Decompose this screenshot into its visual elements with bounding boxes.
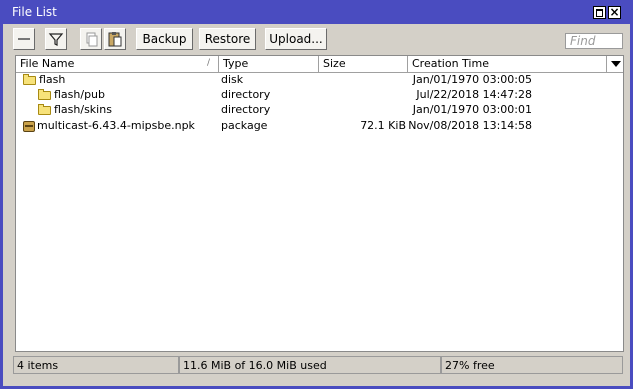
window-title: File List (12, 5, 57, 19)
column-menu-button[interactable] (607, 56, 623, 72)
maximize-button[interactable] (593, 6, 606, 19)
copy-icon (86, 32, 98, 47)
creation-time: Nov/08/2018 13:14:58 (408, 119, 532, 132)
status-bar: 4 items 11.6 MiB of 16.0 MiB used 27% fr… (3, 352, 630, 386)
file-name: flash/skins (54, 103, 112, 116)
file-type: directory (221, 103, 271, 116)
column-header-type[interactable]: Type (219, 56, 319, 72)
status-disk-used: 11.6 MiB of 16.0 MiB used (179, 356, 441, 374)
file-type: package (221, 119, 268, 132)
toolbar: Backup Restore Upload... Find (3, 24, 630, 56)
filter-button[interactable] (45, 28, 67, 50)
file-size (319, 87, 406, 103)
chevron-down-icon (611, 61, 621, 67)
file-type: disk (221, 73, 244, 86)
table-row[interactable]: flash/pub directory Jul/22/2018 14:47:28 (16, 87, 623, 103)
column-label: File Name (20, 57, 75, 70)
folder-icon (23, 74, 36, 85)
creation-time: Jan/01/1970 03:00:01 (412, 103, 532, 116)
column-header-creation-time[interactable]: Creation Time (408, 56, 607, 72)
close-button[interactable]: × (608, 6, 621, 19)
table-row[interactable]: flash/skins directory Jan/01/1970 03:00:… (16, 102, 623, 118)
backup-button[interactable]: Backup (136, 28, 193, 50)
upload-button[interactable]: Upload... (265, 28, 327, 50)
copy-button[interactable] (80, 28, 102, 50)
column-header-file-name[interactable]: File Name / (16, 56, 219, 72)
table-row[interactable]: multicast-6.43.4-mipsbe.npk package 72.1… (16, 118, 623, 134)
file-name: flash (39, 73, 66, 86)
file-size: 72.1 KiB (360, 119, 406, 132)
paste-icon (108, 32, 122, 47)
file-size (319, 72, 406, 88)
folder-icon (38, 89, 51, 100)
filter-icon (48, 33, 64, 46)
folder-icon (38, 104, 51, 115)
file-name: multicast-6.43.4-mipsbe.npk (37, 119, 195, 132)
creation-time: Jul/22/2018 14:47:28 (416, 88, 532, 101)
find-input[interactable]: Find (565, 33, 623, 49)
remove-button[interactable] (13, 28, 35, 50)
package-icon (23, 121, 35, 132)
sort-indicator: / (207, 58, 211, 68)
file-list-window: File List × Backup Restore Upload... Fin… (0, 0, 633, 389)
file-name: flash/pub (54, 88, 106, 101)
title-bar[interactable]: File List × (3, 0, 630, 24)
creation-time: Jan/01/1970 03:00:05 (412, 73, 532, 86)
status-item-count: 4 items (13, 356, 179, 374)
table-header: File Name / Type Size Creation Time (16, 56, 623, 73)
table-row[interactable]: flash disk Jan/01/1970 03:00:05 (16, 72, 623, 88)
paste-button[interactable] (104, 28, 126, 50)
restore-button[interactable]: Restore (199, 28, 256, 50)
file-table: File Name / Type Size Creation Time flas… (15, 55, 624, 352)
status-disk-free: 27% free (441, 356, 623, 374)
file-size (319, 102, 406, 118)
file-type: directory (221, 88, 271, 101)
column-header-size[interactable]: Size (319, 56, 408, 72)
